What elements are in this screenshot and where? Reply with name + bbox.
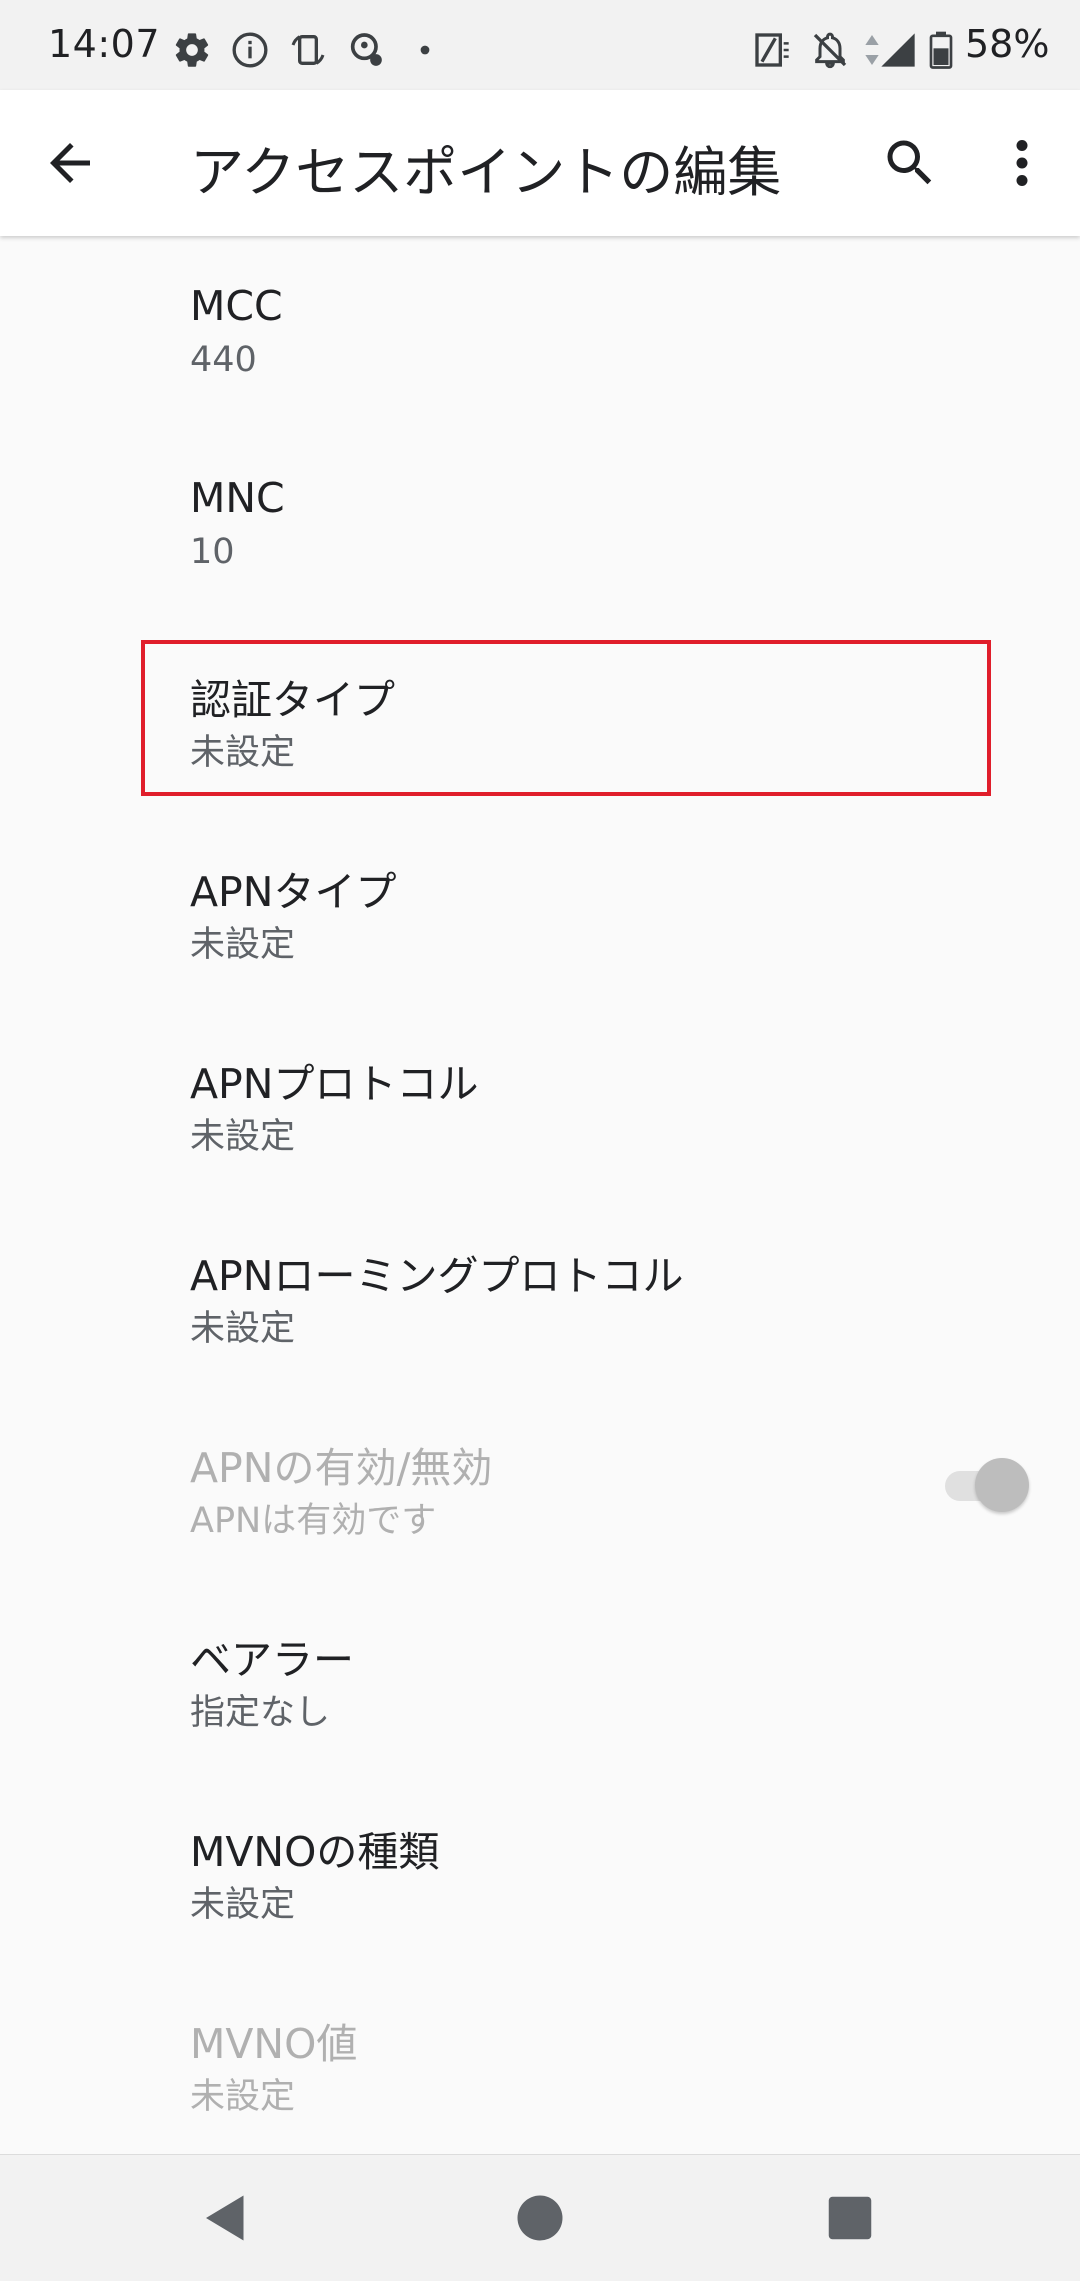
pref-apn-type[interactable]: APNタイプ 未設定 xyxy=(0,812,1080,1004)
pref-summary: 未設定 xyxy=(190,925,296,965)
navigation-bar xyxy=(0,2154,1080,2281)
pref-summary: 指定なし xyxy=(190,1693,331,1733)
pref-summary: 未設定 xyxy=(190,733,296,773)
pref-title: ベアラー xyxy=(190,1636,354,1684)
pref-title: MVNOの種類 xyxy=(190,1828,440,1876)
back-button[interactable] xyxy=(40,133,100,193)
settings-icon xyxy=(172,30,212,70)
pref-summary: 10 xyxy=(190,532,235,572)
rotation-icon xyxy=(288,30,328,70)
battery-icon xyxy=(924,30,958,70)
pref-mnc[interactable]: MNC 10 xyxy=(0,428,1080,620)
search-button[interactable] xyxy=(880,133,940,193)
more-vert-icon xyxy=(1000,133,1044,193)
status-time: 14:07 xyxy=(48,22,161,66)
pref-summary: 未設定 xyxy=(190,1309,296,1349)
pref-title: APNの有効/無効 xyxy=(190,1444,493,1492)
pref-title: APNタイプ xyxy=(190,868,397,916)
nav-recents-icon xyxy=(820,2188,880,2248)
pref-title: MNC xyxy=(190,474,285,522)
pref-auth-type[interactable]: 認証タイプ 未設定 xyxy=(0,620,1080,812)
pref-summary: 未設定 xyxy=(190,2077,296,2117)
pref-mcc[interactable]: MCC 440 xyxy=(0,236,1080,428)
pref-summary: 440 xyxy=(190,340,257,380)
page-title: アクセスポイントの編集 xyxy=(190,141,782,204)
nav-home-icon xyxy=(510,2188,570,2248)
pref-title: APNローミングプロトコル xyxy=(190,1252,684,1300)
app-bar: アクセスポイントの編集 xyxy=(0,90,1080,236)
nav-home-button[interactable] xyxy=(510,2188,570,2248)
status-bar: 14:07 58% xyxy=(0,0,1080,90)
pref-summary: 未設定 xyxy=(190,1117,296,1157)
nav-recents-button[interactable] xyxy=(820,2188,880,2248)
pref-apn-roaming-protocol[interactable]: APNローミングプロトコル 未設定 xyxy=(0,1196,1080,1388)
nfc-icon xyxy=(752,30,792,70)
pref-summary: APNは有効です xyxy=(190,1501,437,1541)
pref-mvno-type[interactable]: MVNOの種類 未設定 xyxy=(0,1772,1080,1964)
notifications-off-icon xyxy=(810,30,850,70)
pref-bearer[interactable]: ベアラー 指定なし xyxy=(0,1580,1080,1772)
pref-summary: 未設定 xyxy=(190,1885,296,1925)
search-icon xyxy=(880,133,940,193)
pref-mvno-value: MVNO値 未設定 xyxy=(0,1964,1080,2156)
info-icon xyxy=(230,30,270,70)
pref-title: APNプロトコル xyxy=(190,1060,479,1108)
pref-title: MVNO値 xyxy=(190,2020,358,2068)
dot-icon xyxy=(410,30,440,70)
battery-percent: 58% xyxy=(965,22,1050,66)
pref-apn-enable: APNの有効/無効 APNは有効です xyxy=(0,1388,1080,1580)
toggle-thumb xyxy=(975,1458,1029,1512)
apn-enable-toggle xyxy=(945,1458,1029,1512)
nav-back-icon xyxy=(196,2188,256,2248)
pref-title: 認証タイプ xyxy=(190,676,395,724)
nav-back-button[interactable] xyxy=(196,2188,256,2248)
pref-apn-protocol[interactable]: APNプロトコル 未設定 xyxy=(0,1004,1080,1196)
more-options-button[interactable] xyxy=(1000,133,1044,193)
accessibility-icon xyxy=(346,30,386,70)
signal-icon xyxy=(878,30,918,70)
arrow-back-icon xyxy=(40,133,100,193)
pref-title: MCC xyxy=(190,282,283,330)
